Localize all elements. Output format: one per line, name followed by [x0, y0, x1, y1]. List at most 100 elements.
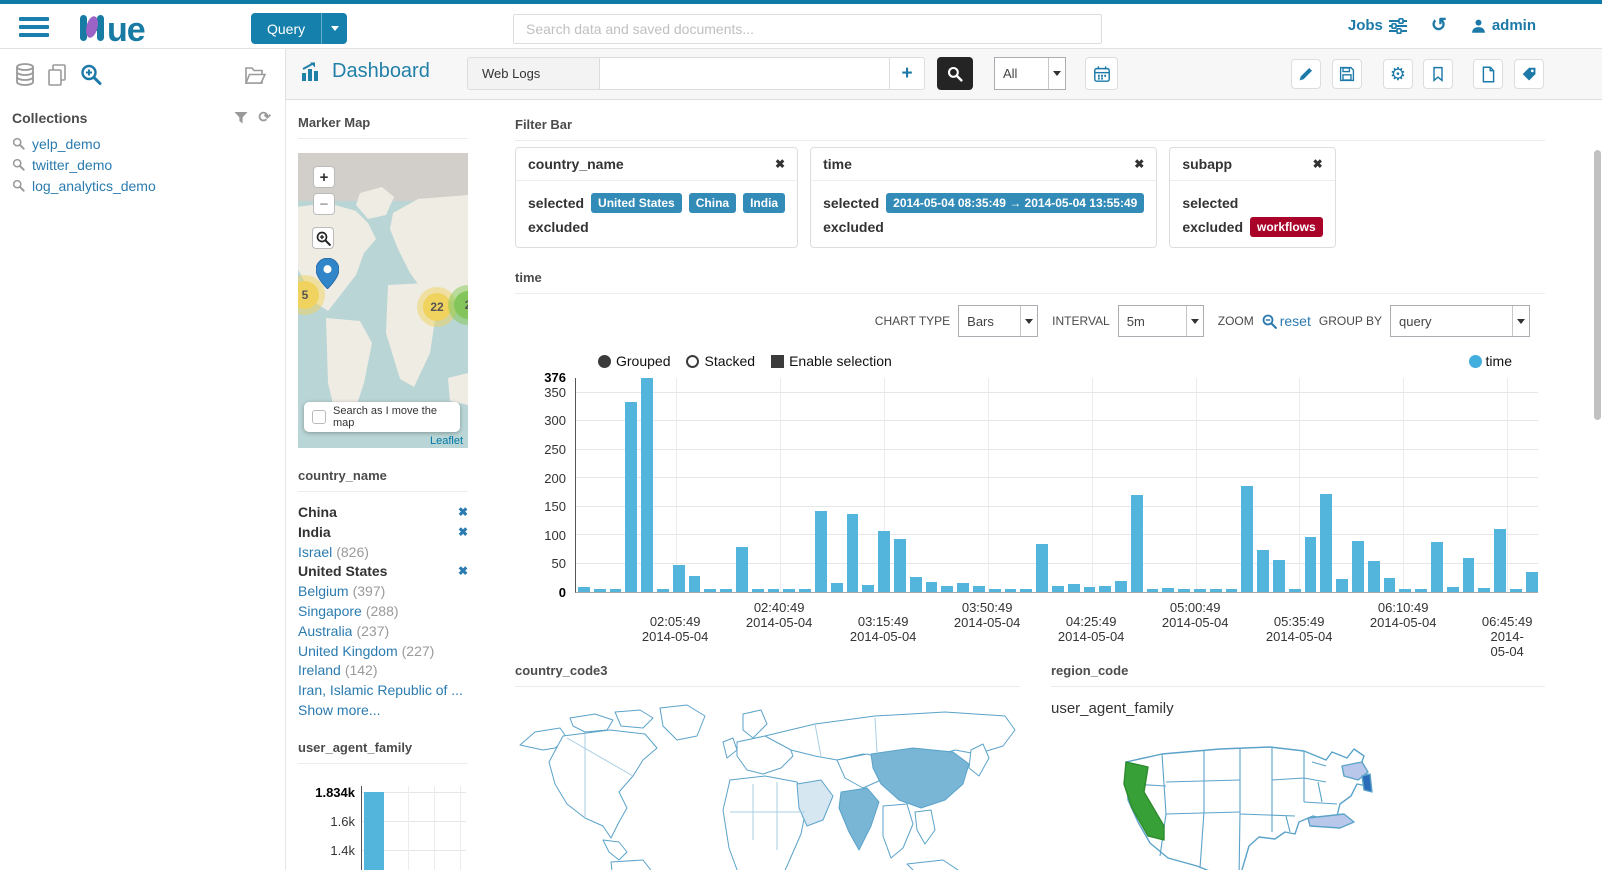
- facet-item[interactable]: India ✖: [298, 523, 468, 543]
- group-by-select[interactable]: query: [1390, 305, 1530, 337]
- time-bar[interactable]: [751, 588, 764, 592]
- time-bar[interactable]: [1494, 529, 1507, 592]
- interval-select[interactable]: 5m: [1117, 305, 1204, 337]
- time-bar[interactable]: [1067, 584, 1080, 592]
- time-bar[interactable]: [1241, 486, 1254, 592]
- time-bar[interactable]: [1525, 572, 1538, 592]
- sidebar-item-yelp_demo[interactable]: yelp_demo: [12, 133, 277, 154]
- user-agent-family-chart[interactable]: 1.834k 1.6k 1.4k: [298, 778, 468, 870]
- stacked-radio[interactable]: Stacked: [686, 353, 755, 369]
- grouped-radio[interactable]: Grouped: [598, 353, 670, 369]
- filter-value-badge[interactable]: 2014-05-04 08:35:49 → 2014-05-04 13:55:4…: [886, 193, 1145, 213]
- filter-value-badge[interactable]: China: [688, 193, 737, 213]
- time-bar-chart[interactable]: 0 50 100 150 200 250 300 350 376 02:05:49 2014-05…: [530, 370, 1542, 659]
- facet-item[interactable]: Singapore (288): [298, 602, 468, 622]
- time-bar[interactable]: [925, 581, 938, 592]
- time-bar[interactable]: [1399, 588, 1412, 592]
- zoom-in-widget-icon[interactable]: [80, 63, 102, 86]
- time-bar[interactable]: [783, 588, 796, 592]
- time-bar[interactable]: [688, 576, 701, 592]
- query-button-label[interactable]: Query: [251, 13, 322, 44]
- time-bar[interactable]: [1178, 588, 1191, 592]
- hamburger-menu-icon[interactable]: [19, 17, 49, 37]
- new-document-button[interactable]: [1473, 59, 1503, 89]
- sidebar-item-twitter_demo[interactable]: twitter_demo: [12, 154, 277, 175]
- time-bar[interactable]: [1462, 557, 1475, 592]
- dashboard-search-button[interactable]: [937, 57, 973, 90]
- filter-value-badge[interactable]: India: [743, 193, 786, 213]
- jobs-link[interactable]: Jobs: [1348, 17, 1407, 34]
- country-code3-gradient-map[interactable]: [515, 700, 1020, 870]
- time-bar[interactable]: [641, 378, 653, 592]
- save-button[interactable]: [1332, 59, 1362, 89]
- time-range-button[interactable]: [1085, 57, 1118, 90]
- time-bar[interactable]: [1194, 588, 1206, 592]
- collection-name-label[interactable]: Web Logs: [467, 57, 600, 90]
- time-bar[interactable]: [735, 547, 748, 592]
- time-bar[interactable]: [1383, 578, 1396, 592]
- time-bar[interactable]: [609, 588, 622, 592]
- facet-item[interactable]: United Kingdom (227): [298, 642, 468, 662]
- engine-select[interactable]: All: [994, 57, 1066, 90]
- time-bar[interactable]: [625, 402, 638, 592]
- checkbox[interactable]: [312, 410, 326, 424]
- time-bar[interactable]: [814, 511, 827, 592]
- time-bar[interactable]: [1130, 495, 1143, 592]
- time-bar[interactable]: [1083, 586, 1096, 592]
- remove-filter-icon[interactable]: ✖: [458, 562, 468, 582]
- facet-item[interactable]: United States ✖: [298, 562, 468, 582]
- facet-item[interactable]: Iran, Islamic Republic of ...: [298, 681, 468, 701]
- sidebar-item-log_analytics_demo[interactable]: log_analytics_demo: [12, 175, 277, 196]
- time-bar[interactable]: [1099, 585, 1112, 592]
- page-scrollbar[interactable]: [1594, 150, 1601, 420]
- global-search-input[interactable]: [513, 14, 1102, 44]
- time-bar[interactable]: [862, 584, 875, 592]
- map-box-zoom-button[interactable]: [312, 227, 334, 249]
- time-bar[interactable]: [1004, 588, 1017, 592]
- settings-button[interactable]: ⚙: [1383, 59, 1413, 89]
- time-bar[interactable]: [1257, 550, 1270, 592]
- zoom-reset-link[interactable]: reset: [1262, 313, 1311, 329]
- uaf-bar[interactable]: [364, 792, 384, 870]
- time-bar[interactable]: [593, 588, 606, 592]
- time-bar[interactable]: [972, 586, 985, 592]
- close-icon[interactable]: ✖: [1134, 157, 1144, 171]
- add-filter-button[interactable]: +: [890, 57, 925, 90]
- hue-logo[interactable]: ue: [78, 10, 182, 46]
- query-dropdown-caret[interactable]: [321, 13, 348, 44]
- user-menu[interactable]: admin: [1471, 17, 1536, 34]
- time-bar[interactable]: [1225, 588, 1238, 592]
- time-bar[interactable]: [1367, 561, 1380, 592]
- time-bar[interactable]: [957, 583, 969, 592]
- time-bar[interactable]: [1036, 543, 1048, 592]
- time-bar[interactable]: [909, 576, 922, 592]
- time-bar[interactable]: [1320, 494, 1333, 592]
- time-bar[interactable]: [988, 588, 1001, 592]
- time-bar[interactable]: [799, 588, 811, 592]
- map-zoom-in-button[interactable]: +: [313, 166, 335, 188]
- facet-item[interactable]: Australia (237): [298, 622, 468, 642]
- history-button[interactable]: ↺: [1431, 16, 1447, 35]
- time-bar[interactable]: [1162, 588, 1175, 592]
- time-bar[interactable]: [1478, 588, 1491, 592]
- time-bar[interactable]: [704, 588, 717, 592]
- time-bar[interactable]: [1288, 588, 1301, 592]
- time-bar[interactable]: [578, 587, 590, 592]
- marker-map-widget[interactable]: + − 5 22 2 Search as I move the map Leaf…: [298, 153, 468, 448]
- enable-selection-checkbox[interactable]: Enable selection: [771, 353, 892, 369]
- facet-item[interactable]: Belgium (397): [298, 582, 468, 602]
- time-bar[interactable]: [1446, 586, 1459, 592]
- time-bar[interactable]: [1115, 581, 1127, 592]
- query-split-button[interactable]: Query: [251, 13, 348, 44]
- time-bar[interactable]: [893, 538, 906, 592]
- time-bar[interactable]: [1352, 540, 1364, 592]
- time-bar[interactable]: [941, 585, 954, 592]
- time-bar[interactable]: [720, 588, 732, 592]
- search-as-move-toggle[interactable]: Search as I move the map: [304, 402, 460, 432]
- refresh-icon[interactable]: ⟳: [258, 110, 271, 125]
- filter-value-badge[interactable]: United States: [591, 193, 682, 213]
- facet-item[interactable]: Show more...: [298, 701, 468, 721]
- close-icon[interactable]: ✖: [775, 157, 785, 171]
- time-bar[interactable]: [846, 514, 859, 592]
- time-bar[interactable]: [1273, 559, 1285, 592]
